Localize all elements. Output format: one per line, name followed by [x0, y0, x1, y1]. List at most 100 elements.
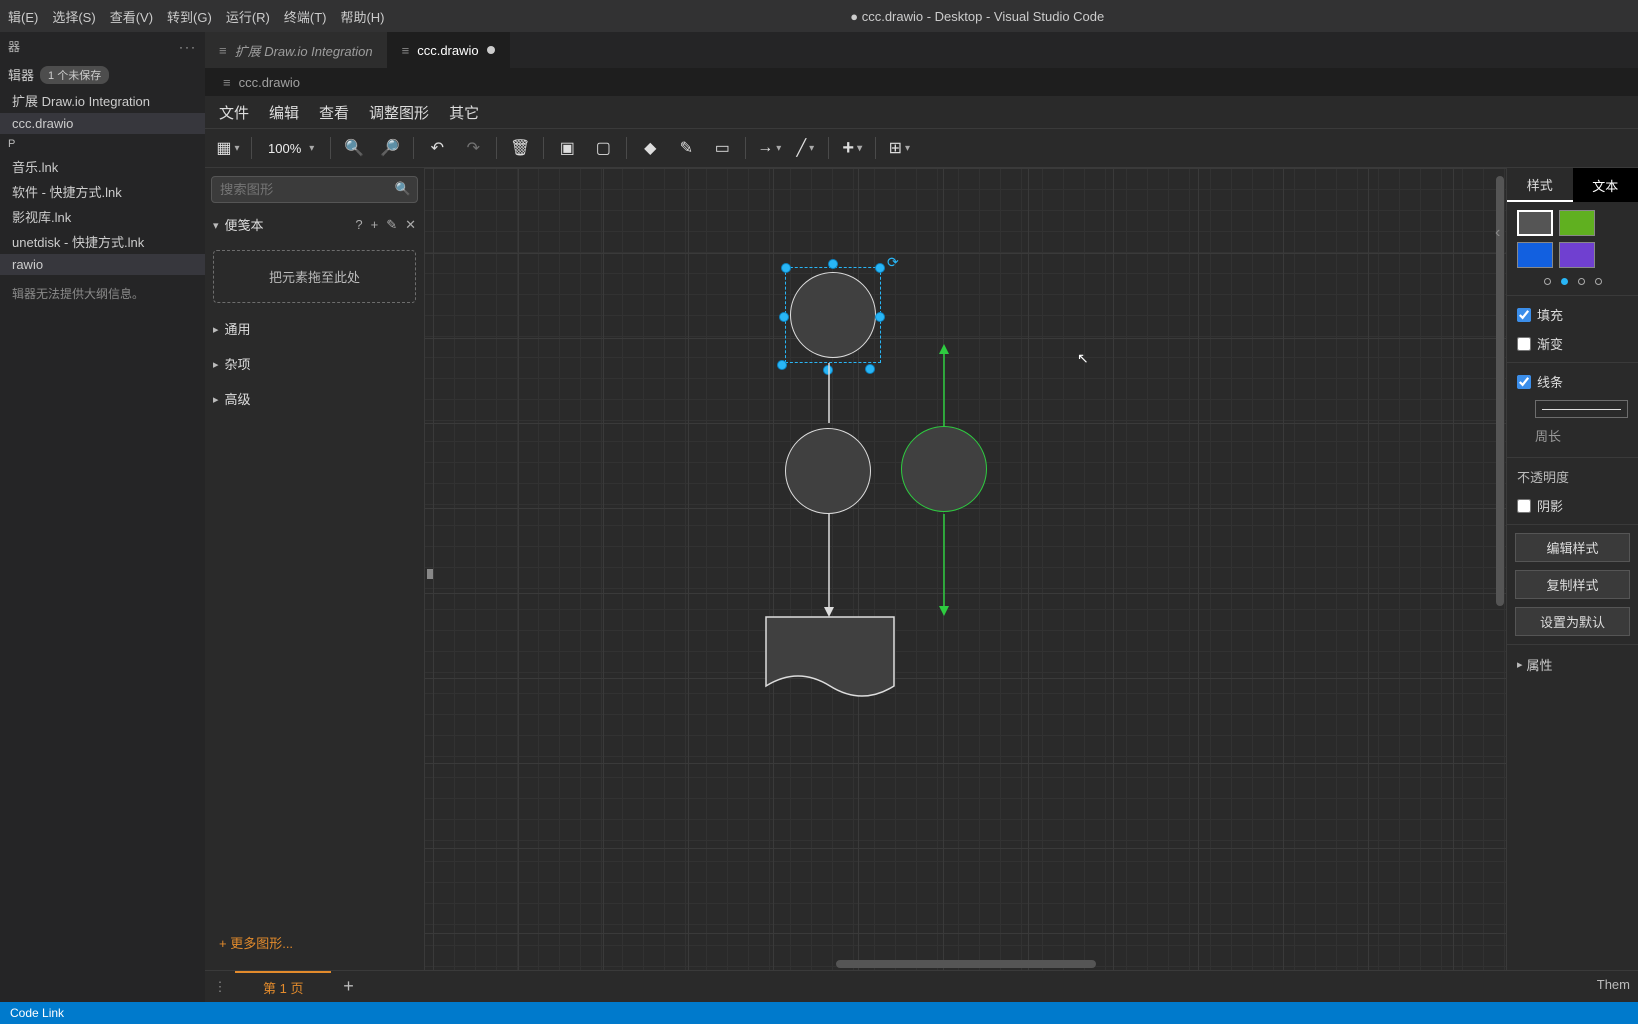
plus-icon[interactable]: +	[371, 217, 379, 233]
drawio-canvas[interactable]: ↖ ⟳	[425, 168, 1506, 970]
menu-help[interactable]: 帮助(H)	[340, 7, 384, 26]
menu-run[interactable]: 运行(R)	[226, 7, 270, 26]
rotate-handle[interactable]: ⟳	[887, 254, 901, 268]
resize-handle[interactable]	[865, 364, 875, 374]
section-label: 通用	[225, 319, 251, 338]
resize-handle[interactable]	[875, 263, 885, 273]
swatch-purple[interactable]	[1559, 242, 1595, 268]
tab-label: 扩展 Draw.io Integration	[235, 41, 373, 60]
file-item[interactable]: unetdisk - 快捷方式.lnk	[0, 229, 205, 254]
open-editors-row[interactable]: 辑器 1 个未保存	[0, 61, 205, 88]
page-menu-icon[interactable]: ⋮	[205, 971, 235, 1002]
copy-style-button[interactable]: 复制样式	[1515, 570, 1630, 599]
close-icon[interactable]: ✕	[405, 217, 416, 233]
menu-select[interactable]: 选择(S)	[52, 7, 95, 26]
zoom-dropdown[interactable]: 100%	[262, 141, 320, 156]
search-shapes-input[interactable]	[211, 176, 418, 203]
attributes-section[interactable]: 属性	[1507, 649, 1638, 680]
scratchpad-dropzone[interactable]: 把元素拖至此处	[213, 250, 416, 303]
redo-icon[interactable]: ↷	[460, 135, 486, 161]
scratchpad-header[interactable]: 便笺本 ? + ✎ ✕	[211, 211, 418, 238]
undo-icon[interactable]: ↶	[424, 135, 450, 161]
open-file-0[interactable]: 扩展 Draw.io Integration	[0, 88, 205, 113]
menu-edit[interactable]: 辑(E)	[8, 7, 38, 26]
shapes-section-misc[interactable]: 杂项	[211, 350, 418, 377]
table-icon[interactable]: ⊞	[886, 135, 912, 161]
swatch-green[interactable]	[1559, 210, 1595, 236]
fill-checkbox[interactable]	[1517, 308, 1531, 322]
file-item[interactable]: rawio	[0, 254, 205, 275]
editor-tabbar: 扩展 Draw.io Integration ccc.drawio	[205, 32, 1638, 68]
pager-dot[interactable]	[1578, 278, 1585, 285]
pencil-icon[interactable]: ✎	[386, 217, 397, 233]
menu-go[interactable]: 转到(G)	[167, 7, 212, 26]
drawio-menu-edit[interactable]: 编辑	[269, 102, 299, 123]
section-label: 高级	[225, 389, 251, 408]
file-item[interactable]: 软件 - 快捷方式.lnk	[0, 179, 205, 204]
to-front-icon[interactable]: ▣	[554, 135, 580, 161]
line-label: 线条	[1537, 372, 1563, 391]
canvas-h-scrollbar[interactable]	[836, 960, 1096, 968]
explorer-more-icon[interactable]: ···	[179, 40, 197, 54]
insert-icon[interactable]: +	[839, 135, 865, 161]
resize-handle[interactable]	[828, 259, 838, 269]
resize-handle[interactable]	[781, 263, 791, 273]
drawio-menu-view[interactable]: 查看	[319, 102, 349, 123]
fill-color-icon[interactable]: ◆	[637, 135, 663, 161]
file-item[interactable]: 影视库.lnk	[0, 204, 205, 229]
line-color-icon[interactable]: ✎	[673, 135, 699, 161]
shapes-section-advanced[interactable]: 高级	[211, 385, 418, 412]
resize-handle[interactable]	[875, 312, 885, 322]
line-style-preview[interactable]	[1535, 400, 1628, 418]
file-item[interactable]: 音乐.lnk	[0, 154, 205, 179]
status-codelink[interactable]: Code Link	[10, 1006, 64, 1020]
edit-style-button[interactable]: 编辑样式	[1515, 533, 1630, 562]
tab-extension[interactable]: 扩展 Draw.io Integration	[205, 32, 388, 68]
waypoint-icon[interactable]: ╱	[792, 135, 818, 161]
swatch-blue[interactable]	[1517, 242, 1553, 268]
add-page-button[interactable]: +	[331, 971, 365, 1002]
theme-indicator[interactable]: Them	[1589, 971, 1638, 1002]
edge-green[interactable]	[939, 344, 949, 616]
menu-terminal[interactable]: 终端(T)	[284, 7, 327, 26]
zoom-in-icon[interactable]: 🔍	[341, 135, 367, 161]
pager-dot[interactable]	[1544, 278, 1551, 285]
drawio-menu-format[interactable]: 调整图形	[369, 102, 429, 123]
drawio-menu-extras[interactable]: 其它	[449, 102, 479, 123]
tab-ccc-drawio[interactable]: ccc.drawio	[388, 32, 510, 68]
swatch-gray[interactable]	[1517, 210, 1553, 236]
help-icon[interactable]: ?	[355, 217, 362, 233]
more-shapes-link[interactable]: + 更多图形...	[211, 923, 418, 962]
delete-icon[interactable]: 🗑	[507, 135, 533, 161]
resize-handle[interactable]	[777, 360, 787, 370]
page-tab-1[interactable]: 第 1 页	[235, 971, 331, 1002]
open-file-1[interactable]: ccc.drawio	[0, 113, 205, 134]
gradient-checkbox[interactable]	[1517, 337, 1531, 351]
to-back-icon[interactable]: ▢	[590, 135, 616, 161]
connection-icon[interactable]: →	[756, 135, 782, 161]
format-tab-text[interactable]: 文本	[1573, 168, 1638, 202]
set-default-button[interactable]: 设置为默认	[1515, 607, 1630, 636]
zoom-out-icon[interactable]: 🔎	[377, 135, 403, 161]
breadcrumb[interactable]: ccc.drawio	[205, 68, 1638, 96]
format-tab-style[interactable]: 样式	[1507, 168, 1573, 202]
line-checkbox[interactable]	[1517, 375, 1531, 389]
shadow-icon[interactable]: ▭	[709, 135, 735, 161]
drawio-menu-file[interactable]: 文件	[219, 102, 249, 123]
opacity-label: 不透明度	[1507, 462, 1638, 491]
view-mode-button[interactable]: ▦	[215, 135, 241, 161]
canvas-shape-circle-white[interactable]	[785, 428, 871, 514]
drawio-pagebar: ⋮ 第 1 页 + Them	[205, 970, 1638, 1002]
swatch-prev-icon[interactable]: ‹	[1495, 224, 1500, 242]
workspace-section[interactable]: P	[0, 134, 205, 154]
canvas-shape-document[interactable]	[765, 616, 895, 704]
shadow-checkbox[interactable]	[1517, 499, 1531, 513]
pager-dot[interactable]	[1561, 278, 1568, 285]
pager-dot[interactable]	[1595, 278, 1602, 285]
canvas-shape-circle-selected[interactable]	[790, 272, 876, 358]
main-area: 器 ··· 辑器 1 个未保存 扩展 Draw.io Integration c…	[0, 32, 1638, 1002]
color-swatches: ‹	[1507, 202, 1638, 276]
resize-handle[interactable]	[779, 312, 789, 322]
shapes-section-general[interactable]: 通用	[211, 315, 418, 342]
menu-view[interactable]: 查看(V)	[110, 7, 153, 26]
